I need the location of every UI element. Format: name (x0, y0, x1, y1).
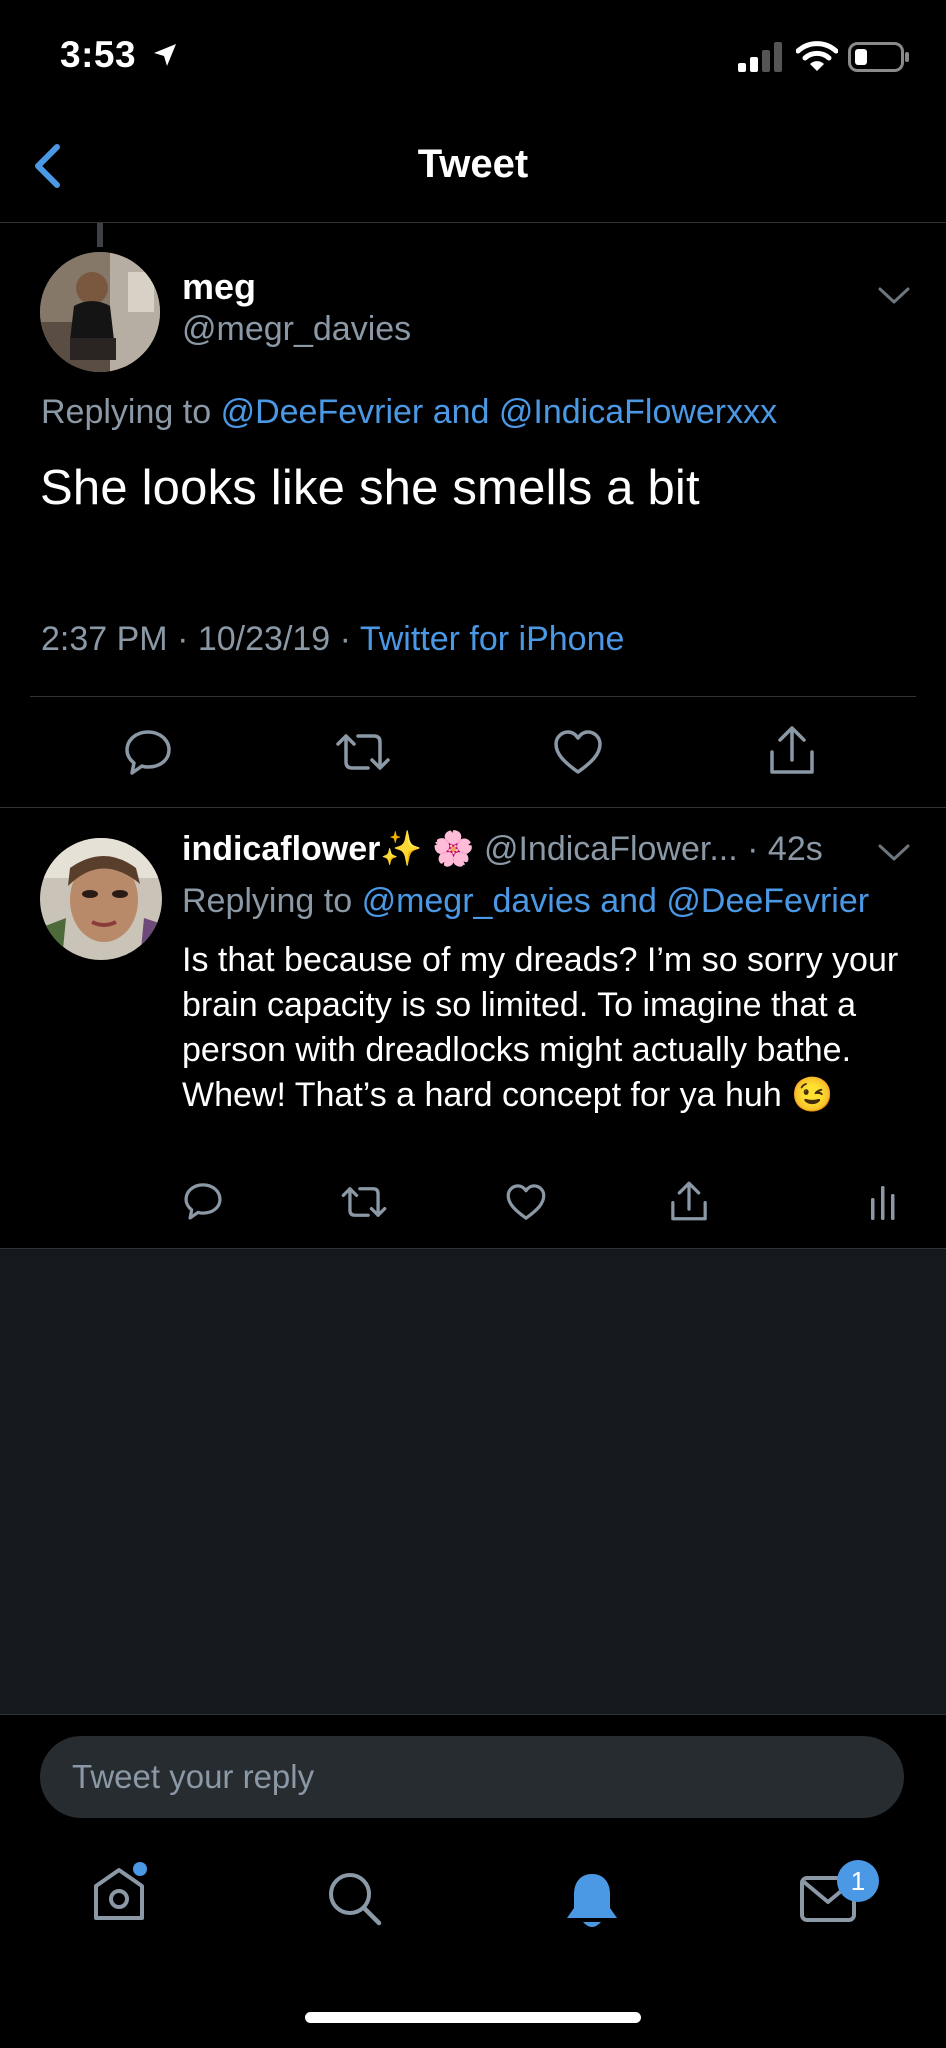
reply-header: indicaflower✨ 🌸 @IndicaFlower... · 42s (182, 829, 823, 869)
avatar[interactable] (40, 252, 160, 372)
chevron-down-icon[interactable] (876, 285, 912, 307)
mention-link[interactable]: @megr_davies (362, 882, 591, 920)
empty-area (0, 1249, 946, 1714)
replying-prefix: Replying to (182, 882, 353, 920)
status-time: 3:53 (60, 34, 137, 75)
chevron-down-icon[interactable] (876, 842, 912, 864)
share-icon[interactable] (668, 1178, 710, 1224)
reply-input[interactable] (40, 1736, 904, 1818)
like-icon[interactable] (505, 1182, 547, 1222)
tweet-divider (0, 807, 946, 808)
meta-separator: · (177, 620, 189, 658)
mention-link[interactable]: @IndicaFlowerxxx (499, 393, 777, 431)
page-title: Tweet (417, 142, 529, 186)
replying-to-line: Replying to @DeeFevrier and @IndicaFlowe… (41, 393, 777, 432)
wink-emoji: 😉 (791, 1076, 834, 1114)
reply-timestamp: · 42s (747, 830, 823, 868)
reply-author-handle[interactable]: @IndicaFlower... (484, 830, 738, 868)
name-emojis: ✨ 🌸 (380, 830, 475, 868)
tweet-text: She looks like she smells a bit (40, 461, 700, 515)
mention-link[interactable]: @DeeFevrier (666, 882, 869, 920)
thread-line (97, 223, 103, 247)
replying-prefix: Replying to (41, 393, 212, 431)
tweet-meta: 2:37 PM · 10/23/19 · Twitter for iPhone (41, 620, 624, 659)
meta-divider (30, 696, 916, 697)
reply-author-name[interactable]: indicaflower (182, 830, 380, 868)
reply-icon[interactable] (122, 726, 174, 778)
replying-to-line: Replying to @megr_davies and @DeeFevrier (182, 882, 869, 921)
avatar[interactable] (40, 838, 162, 960)
home-indicator[interactable] (305, 2012, 641, 2023)
location-arrow-icon (154, 44, 176, 66)
tweet-date: 10/23/19 (197, 620, 331, 658)
like-icon[interactable] (552, 728, 604, 776)
avatar-photo (40, 252, 160, 372)
analytics-icon[interactable] (868, 1182, 898, 1222)
wifi-icon (796, 41, 838, 71)
home-new-dot (133, 1862, 147, 1876)
tweet-time: 2:37 PM (41, 620, 168, 658)
meta-separator: · (339, 620, 351, 658)
signal-icon (738, 42, 782, 72)
author-name[interactable]: meg (182, 266, 256, 308)
battery-icon (848, 42, 909, 72)
share-icon[interactable] (766, 722, 818, 778)
composer-divider (0, 1714, 946, 1715)
avatar-photo (40, 838, 162, 960)
reply-text-block: Is that because of my dreads? I’m so sor… (182, 938, 922, 1118)
mention-and[interactable]: and (433, 393, 490, 431)
tweet-source-link[interactable]: Twitter for iPhone (360, 620, 625, 658)
retweet-icon[interactable] (340, 1182, 388, 1222)
notifications-icon[interactable] (564, 1870, 620, 1932)
mention-and[interactable]: and (600, 882, 657, 920)
retweet-icon[interactable] (334, 728, 392, 776)
mention-link[interactable]: @DeeFevrier (221, 393, 424, 431)
messages-badge: 1 (837, 1860, 879, 1902)
reply-icon[interactable] (182, 1180, 224, 1222)
search-icon[interactable] (326, 1870, 384, 1928)
header-divider (0, 222, 946, 223)
author-handle[interactable]: @megr_davies (182, 310, 411, 349)
